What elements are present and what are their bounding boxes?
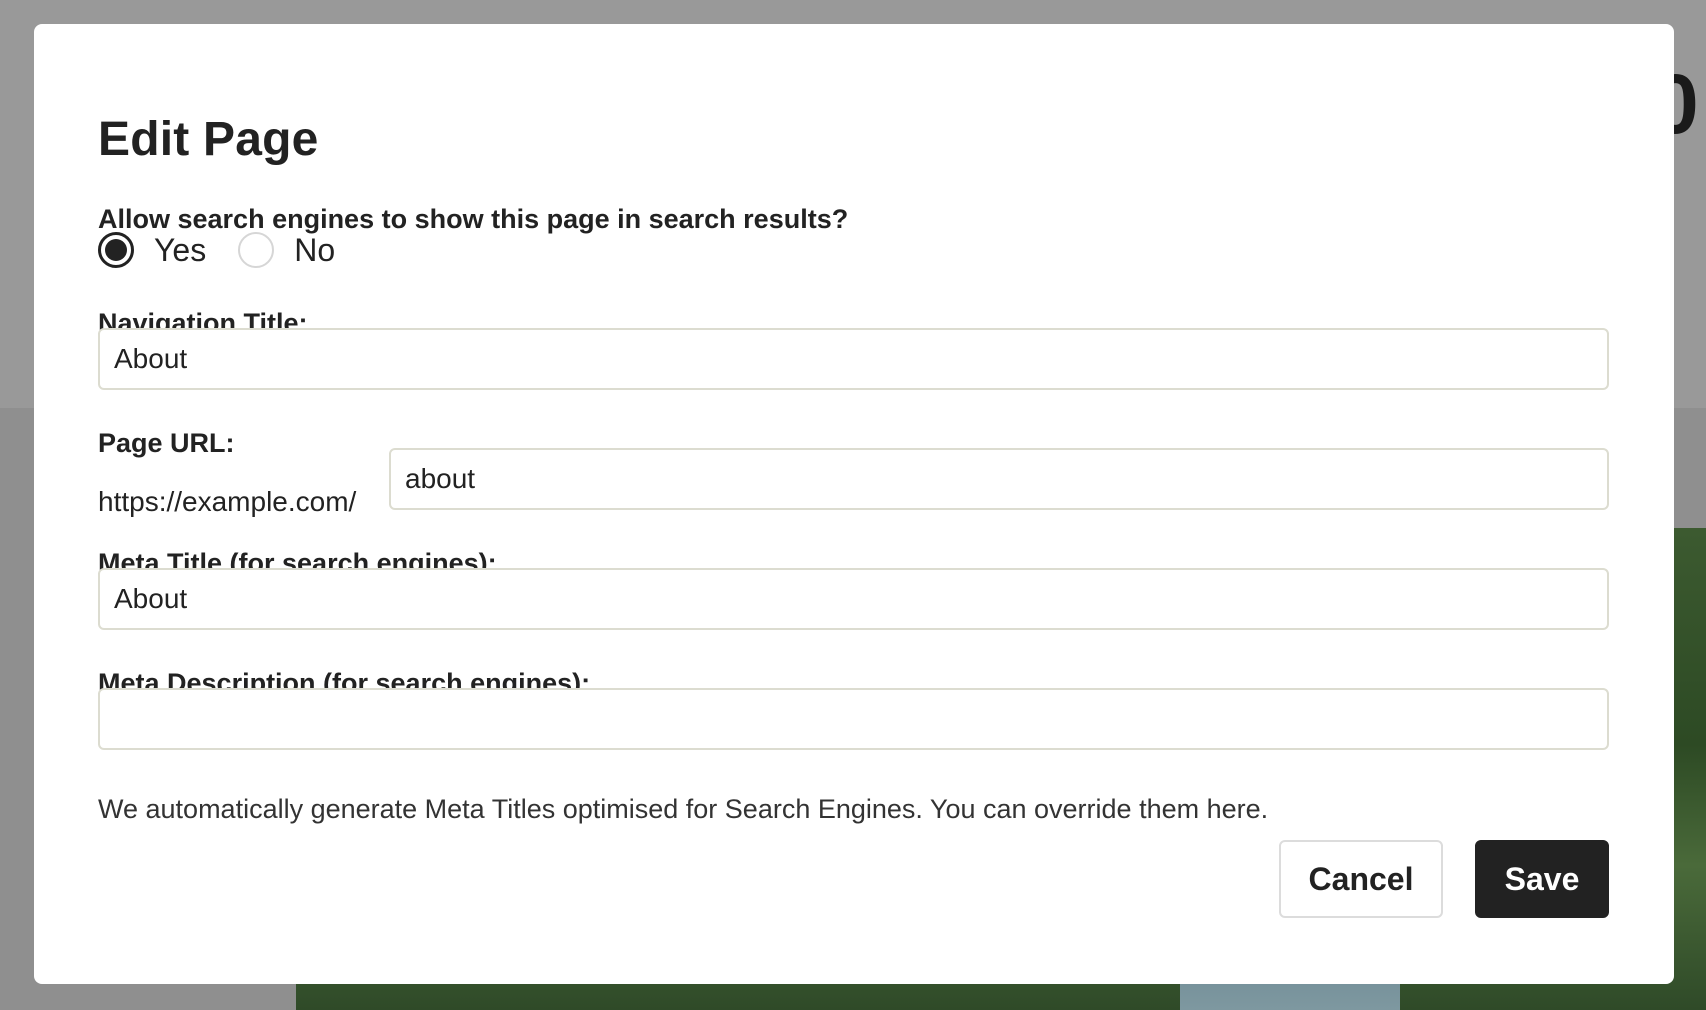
search-visibility-radio-group: Yes No [98, 228, 367, 272]
meta-title-input[interactable] [98, 568, 1609, 630]
radio-no-indicator[interactable] [238, 232, 275, 268]
radio-no-label: No [294, 231, 336, 268]
navigation-title-input[interactable] [98, 328, 1609, 390]
page-url-prefix: https://example.com/ [98, 486, 357, 517]
radio-selected-dot [105, 239, 127, 261]
radio-no[interactable]: No [238, 232, 335, 269]
page-url-label: Page URL: [98, 428, 235, 458]
meta-help-text: We automatically generate Meta Titles op… [98, 794, 1269, 824]
edit-page-modal: Edit Page Allow search engines to show t… [34, 24, 1674, 984]
modal-title: Edit Page [98, 113, 319, 166]
meta-description-input[interactable] [98, 688, 1609, 750]
cancel-button[interactable]: Cancel [1279, 840, 1443, 918]
save-button[interactable]: Save [1475, 840, 1609, 918]
radio-yes-label: Yes [154, 231, 207, 268]
page-url-input[interactable] [389, 448, 1609, 510]
radio-yes[interactable]: Yes [98, 232, 206, 269]
radio-yes-indicator[interactable] [98, 232, 134, 268]
